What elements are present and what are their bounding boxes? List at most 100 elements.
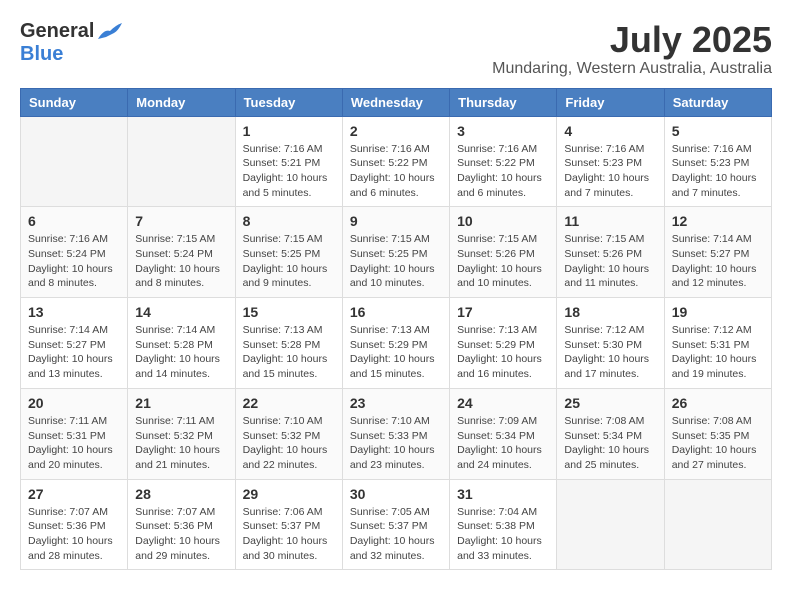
day-number: 27 [28,486,120,502]
day-info: Sunrise: 7:12 AM Sunset: 5:30 PM Dayligh… [564,323,656,382]
day-info: Sunrise: 7:08 AM Sunset: 5:35 PM Dayligh… [672,414,764,473]
calendar-cell: 26 Sunrise: 7:08 AM Sunset: 5:35 PM Dayli… [664,388,771,479]
day-number: 28 [135,486,227,502]
day-number: 11 [564,213,656,229]
day-info: Sunrise: 7:16 AM Sunset: 5:21 PM Dayligh… [243,142,335,201]
day-info: Sunrise: 7:15 AM Sunset: 5:25 PM Dayligh… [243,232,335,291]
calendar-cell: 16 Sunrise: 7:13 AM Sunset: 5:29 PM Dayli… [342,298,449,389]
day-number: 25 [564,395,656,411]
day-number: 31 [457,486,549,502]
day-info: Sunrise: 7:11 AM Sunset: 5:32 PM Dayligh… [135,414,227,473]
day-info: Sunrise: 7:16 AM Sunset: 5:23 PM Dayligh… [564,142,656,201]
day-info: Sunrise: 7:15 AM Sunset: 5:25 PM Dayligh… [350,232,442,291]
day-number: 17 [457,304,549,320]
day-number: 22 [243,395,335,411]
calendar-cell: 1Sunrise: 7:16 AM Sunset: 5:21 PM Daylig… [235,116,342,207]
calendar-table: SundayMondayTuesdayWednesdayThursdayFrid… [20,88,772,571]
day-number: 2 [350,123,442,139]
calendar-subtitle: Mundaring, Western Australia, Australia [492,60,772,78]
day-number: 3 [457,123,549,139]
day-info: Sunrise: 7:14 AM Sunset: 5:28 PM Dayligh… [135,323,227,382]
calendar-cell [21,116,128,207]
calendar-cell: 18 Sunrise: 7:12 AM Sunset: 5:30 PM Dayli… [557,298,664,389]
day-info: Sunrise: 7:16 AM Sunset: 5:22 PM Dayligh… [350,142,442,201]
page-header: General Blue July 2025 Mundaring, Wester… [20,20,772,78]
calendar-cell [557,479,664,570]
day-info: Sunrise: 7:05 AM Sunset: 5:37 PM Dayligh… [350,505,442,564]
day-number: 13 [28,304,120,320]
calendar-cell: 21Sunrise: 7:11 AM Sunset: 5:32 PM Dayli… [128,388,235,479]
logo-blue: Blue [20,43,124,66]
day-info: Sunrise: 7:10 AM Sunset: 5:32 PM Dayligh… [243,414,335,473]
calendar-cell: 27 Sunrise: 7:07 AM Sunset: 5:36 PM Dayli… [21,479,128,570]
day-info: Sunrise: 7:10 AM Sunset: 5:33 PM Dayligh… [350,414,442,473]
day-number: 16 [350,304,442,320]
calendar-cell: 25Sunrise: 7:08 AM Sunset: 5:34 PM Dayli… [557,388,664,479]
calendar-cell: 15Sunrise: 7:13 AM Sunset: 5:28 PM Dayli… [235,298,342,389]
title-section: July 2025 Mundaring, Western Australia, … [492,20,772,78]
day-info: Sunrise: 7:11 AM Sunset: 5:31 PM Dayligh… [28,414,120,473]
day-number: 18 [564,304,656,320]
day-number: 23 [350,395,442,411]
calendar-cell [128,116,235,207]
day-number: 26 [672,395,764,411]
day-info: Sunrise: 7:14 AM Sunset: 5:27 PM Dayligh… [28,323,120,382]
day-number: 8 [243,213,335,229]
calendar-cell: 7 Sunrise: 7:15 AM Sunset: 5:24 PM Daylig… [128,207,235,298]
day-number: 12 [672,213,764,229]
day-number: 4 [564,123,656,139]
day-number: 10 [457,213,549,229]
day-info: Sunrise: 7:15 AM Sunset: 5:26 PM Dayligh… [564,232,656,291]
calendar-cell: 23 Sunrise: 7:10 AM Sunset: 5:33 PM Dayli… [342,388,449,479]
calendar-cell: 6Sunrise: 7:16 AM Sunset: 5:24 PM Daylig… [21,207,128,298]
calendar-title: July 2025 [492,20,772,60]
day-info: Sunrise: 7:13 AM Sunset: 5:29 PM Dayligh… [457,323,549,382]
day-info: Sunrise: 7:13 AM Sunset: 5:29 PM Dayligh… [350,323,442,382]
calendar-cell [664,479,771,570]
day-number: 6 [28,213,120,229]
calendar-cell: 13 Sunrise: 7:14 AM Sunset: 5:27 PM Dayli… [21,298,128,389]
day-info: Sunrise: 7:13 AM Sunset: 5:28 PM Dayligh… [243,323,335,382]
calendar-cell: 17 Sunrise: 7:13 AM Sunset: 5:29 PM Dayli… [450,298,557,389]
day-info: Sunrise: 7:12 AM Sunset: 5:31 PM Dayligh… [672,323,764,382]
weekday-header-saturday: Saturday [664,88,771,116]
day-info: Sunrise: 7:15 AM Sunset: 5:24 PM Dayligh… [135,232,227,291]
weekday-header-friday: Friday [557,88,664,116]
calendar-cell: 14 Sunrise: 7:14 AM Sunset: 5:28 PM Dayli… [128,298,235,389]
week-row-5: 27 Sunrise: 7:07 AM Sunset: 5:36 PM Dayli… [21,479,772,570]
day-info: Sunrise: 7:07 AM Sunset: 5:36 PM Dayligh… [135,505,227,564]
logo-bird-icon [96,21,124,43]
calendar-cell: 29 Sunrise: 7:06 AM Sunset: 5:37 PM Dayli… [235,479,342,570]
day-info: Sunrise: 7:09 AM Sunset: 5:34 PM Dayligh… [457,414,549,473]
day-number: 5 [672,123,764,139]
day-info: Sunrise: 7:04 AM Sunset: 5:38 PM Dayligh… [457,505,549,564]
calendar-cell: 24Sunrise: 7:09 AM Sunset: 5:34 PM Dayli… [450,388,557,479]
day-info: Sunrise: 7:16 AM Sunset: 5:23 PM Dayligh… [672,142,764,201]
day-info: Sunrise: 7:07 AM Sunset: 5:36 PM Dayligh… [28,505,120,564]
calendar-cell: 19 Sunrise: 7:12 AM Sunset: 5:31 PM Dayli… [664,298,771,389]
calendar-cell: 28 Sunrise: 7:07 AM Sunset: 5:36 PM Dayli… [128,479,235,570]
day-number: 7 [135,213,227,229]
calendar-cell: 8 Sunrise: 7:15 AM Sunset: 5:25 PM Daylig… [235,207,342,298]
day-number: 14 [135,304,227,320]
day-info: Sunrise: 7:14 AM Sunset: 5:27 PM Dayligh… [672,232,764,291]
week-row-2: 6Sunrise: 7:16 AM Sunset: 5:24 PM Daylig… [21,207,772,298]
day-number: 19 [672,304,764,320]
day-info: Sunrise: 7:15 AM Sunset: 5:26 PM Dayligh… [457,232,549,291]
day-info: Sunrise: 7:06 AM Sunset: 5:37 PM Dayligh… [243,505,335,564]
weekday-header-sunday: Sunday [21,88,128,116]
weekday-header-thursday: Thursday [450,88,557,116]
calendar-cell: 31 Sunrise: 7:04 AM Sunset: 5:38 PM Dayli… [450,479,557,570]
calendar-cell: 5 Sunrise: 7:16 AM Sunset: 5:23 PM Daylig… [664,116,771,207]
logo-general: General [20,20,94,43]
calendar-cell: 3 Sunrise: 7:16 AM Sunset: 5:22 PM Daylig… [450,116,557,207]
calendar-cell: 12 Sunrise: 7:14 AM Sunset: 5:27 PM Dayli… [664,207,771,298]
calendar-cell: 22 Sunrise: 7:10 AM Sunset: 5:32 PM Dayli… [235,388,342,479]
day-number: 29 [243,486,335,502]
day-info: Sunrise: 7:16 AM Sunset: 5:22 PM Dayligh… [457,142,549,201]
week-row-4: 20Sunrise: 7:11 AM Sunset: 5:31 PM Dayli… [21,388,772,479]
logo: General Blue [20,20,124,66]
calendar-cell: 10 Sunrise: 7:15 AM Sunset: 5:26 PM Dayli… [450,207,557,298]
weekday-header-wednesday: Wednesday [342,88,449,116]
week-row-1: 1Sunrise: 7:16 AM Sunset: 5:21 PM Daylig… [21,116,772,207]
